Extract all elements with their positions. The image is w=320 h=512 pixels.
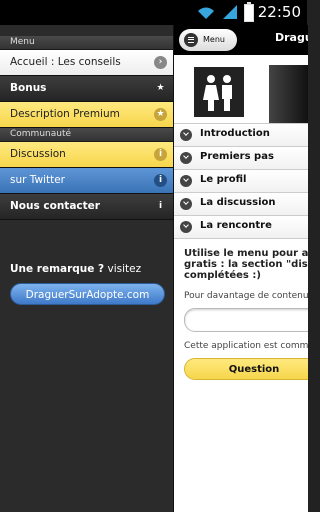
status-time: 22:50 [257, 3, 301, 21]
chevron-right-icon: › [154, 56, 167, 69]
question-button[interactable]: Question [184, 358, 308, 380]
info-text: Pour davantage de contenu [184, 291, 308, 301]
remark-text: Une remarque ? visitez [10, 263, 170, 275]
menu-item-accueil[interactable]: Accueil : Les conseils › [0, 50, 173, 76]
info-icon: i [154, 148, 167, 161]
site-link-button[interactable]: DraguerSurAdopte.com [10, 283, 165, 305]
menu-item-discussion[interactable]: Discussion i [0, 142, 173, 168]
chevron-down-icon [180, 175, 192, 187]
info-icon: i [158, 201, 163, 211]
content-panel: Menu Dragu Introduction Premiers pas Le … [173, 25, 308, 512]
menu-button[interactable]: Menu [179, 29, 237, 51]
menu-item-twitter[interactable]: sur Twitter i [0, 168, 173, 194]
menu-item-label: sur Twitter [10, 174, 65, 186]
remark-bold: Une remarque ? [10, 263, 105, 275]
status-bar: 22:50 [0, 0, 307, 25]
couple-logo [194, 67, 244, 117]
section-premiers-pas[interactable]: Premiers pas [174, 146, 308, 169]
menu-item-premium[interactable]: Description Premium ★ [0, 102, 173, 128]
notice-text: Utilise le menu pour accé gratis : la se… [184, 248, 308, 281]
signal-icon [223, 5, 237, 19]
chevron-down-icon [180, 152, 192, 164]
info-icon: i [154, 174, 167, 187]
notice-line: Utilise le menu pour accé [184, 248, 308, 259]
section-profil[interactable]: Le profil [174, 169, 308, 192]
menu-header: Menu [0, 36, 173, 50]
section-label: La discussion [200, 197, 276, 208]
hero-photo [269, 65, 308, 125]
chevron-down-icon [180, 129, 192, 141]
hero-image [174, 55, 308, 125]
battery-icon [244, 2, 254, 22]
couple-icon [203, 75, 232, 111]
menu-item-label: Bonus [10, 82, 47, 94]
divider [174, 238, 308, 239]
section-rencontre[interactable]: La rencontre [174, 215, 308, 238]
section-label: Premiers pas [200, 151, 274, 162]
chevron-down-icon [180, 198, 192, 210]
section-introduction[interactable]: Introduction [174, 123, 308, 146]
text-input[interactable] [184, 308, 308, 332]
info-text: Cette application est comm [184, 341, 308, 351]
section-discussion[interactable]: La discussion [174, 192, 308, 215]
page-title: Dragu [275, 31, 308, 44]
star-icon: ★ [154, 108, 167, 121]
menu-item-label: Accueil : Les conseils [10, 56, 121, 68]
wifi-icon [198, 7, 214, 19]
section-label: Introduction [200, 128, 270, 139]
menu-item-label: Description Premium [10, 108, 120, 120]
menu-item-label: Nous contacter [10, 200, 100, 212]
notice-line: gratis : la section "discus [184, 259, 308, 270]
menu-item-label: Discussion [10, 148, 66, 160]
section-label: Le profil [200, 174, 247, 185]
menu-item-bonus[interactable]: Bonus ★ [0, 76, 173, 102]
menu-icon [184, 33, 198, 47]
top-bar: Menu Dragu [174, 25, 308, 55]
community-header: Communauté [0, 128, 173, 142]
notice-line: complétées :) [184, 270, 261, 281]
section-label: La rencontre [200, 220, 272, 231]
menu-button-label: Menu [203, 35, 225, 44]
menu-item-contact[interactable]: Nous contacter i [0, 194, 173, 220]
star-icon: ★ [156, 83, 165, 93]
side-menu: Menu Accueil : Les conseils › Bonus ★ De… [0, 25, 173, 512]
remark-rest: visitez [104, 263, 142, 275]
chevron-down-icon [180, 221, 192, 233]
